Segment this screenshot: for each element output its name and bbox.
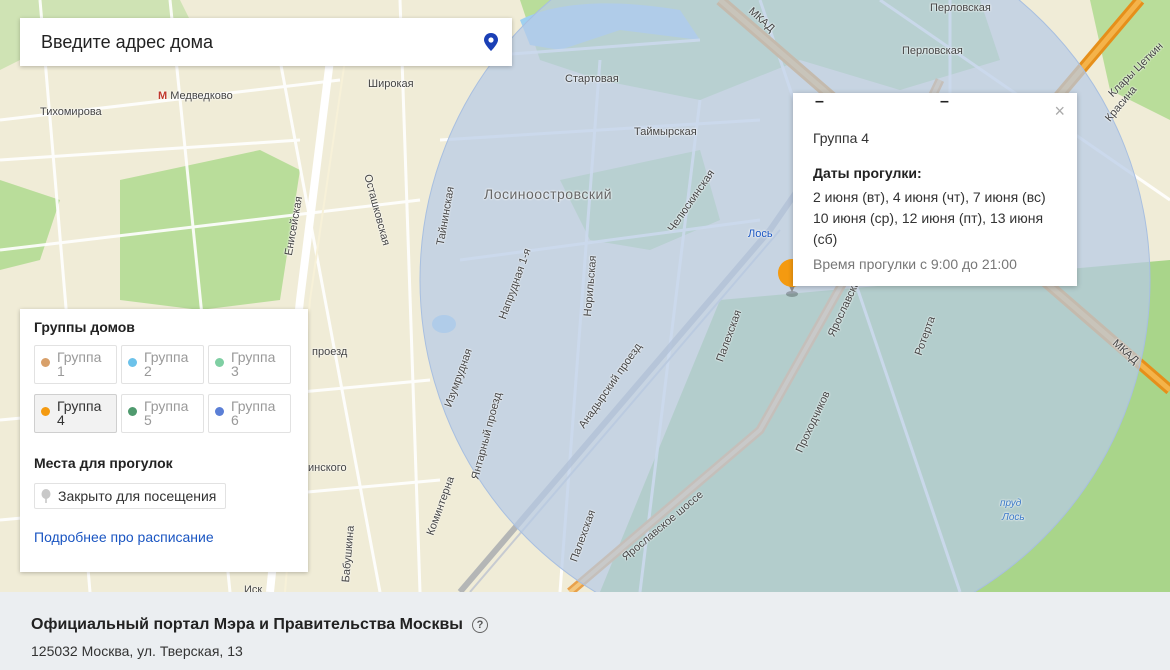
tree-icon bbox=[41, 489, 51, 503]
popup-dates: 2 июня (вт), 4 июня (чт), 7 июня (вс) 10… bbox=[813, 189, 1046, 247]
popup-dates-title: Даты прогулки: bbox=[813, 165, 922, 181]
footer-address: 125032 Москва, ул. Тверская, 13 bbox=[31, 643, 243, 659]
group-label: Группа 1 bbox=[57, 349, 102, 379]
help-icon[interactable]: ? bbox=[471, 617, 488, 633]
footer: Официальный портал Мэра и Правительства … bbox=[0, 592, 1170, 670]
popup-group-name: Группа 4 bbox=[813, 130, 870, 146]
group-color-dot-icon bbox=[41, 358, 50, 367]
house-groups-grid: Группа 1 Группа 2 Группа 3 Группа 4 Груп… bbox=[34, 345, 294, 433]
group-color-dot-icon bbox=[128, 407, 137, 416]
house-groups-title: Группы домов bbox=[34, 319, 135, 335]
group-label: Группа 2 bbox=[144, 349, 189, 379]
closed-for-visit-label: Закрыто для посещения bbox=[58, 488, 217, 504]
closed-for-visit-chip[interactable]: Закрыто для посещения bbox=[34, 483, 227, 509]
group-color-dot-icon bbox=[128, 358, 137, 367]
group-color-dot-icon bbox=[215, 358, 224, 367]
legend-panel: Группы домов Группа 1 Группа 2 Группа 3 … bbox=[20, 309, 308, 572]
group-6-button[interactable]: Группа 6 bbox=[208, 394, 291, 433]
popup-dash: – bbox=[940, 93, 949, 110]
group-label: Группа 3 bbox=[231, 349, 276, 379]
address-search-box[interactable] bbox=[20, 18, 512, 66]
group-color-dot-icon bbox=[41, 407, 50, 416]
location-pin-icon[interactable] bbox=[484, 33, 498, 51]
group-5-button[interactable]: Группа 5 bbox=[121, 394, 204, 433]
group-label: Группа 5 bbox=[144, 398, 189, 428]
popup-walk-time: Время прогулки с 9:00 до 21:00 bbox=[813, 256, 1017, 272]
app-root: М Медведково Тихомирова Широкая Стартова… bbox=[0, 0, 1170, 670]
portal-title: Официальный портал Мэра и Правительства … bbox=[31, 616, 463, 633]
group-label: Группа 4 bbox=[57, 398, 102, 428]
popup-dash: – bbox=[815, 93, 824, 110]
group-1-button[interactable]: Группа 1 bbox=[34, 345, 117, 384]
schedule-details-link[interactable]: Подробнее про расписание bbox=[34, 529, 294, 545]
group-color-dot-icon bbox=[215, 407, 224, 416]
group-2-button[interactable]: Группа 2 bbox=[121, 345, 204, 384]
group-label: Группа 6 bbox=[231, 398, 276, 428]
close-icon[interactable]: × bbox=[1054, 101, 1065, 122]
house-info-popup: – – × Группа 4 Даты прогулки: 2 июня (вт… bbox=[793, 93, 1077, 286]
group-4-button[interactable]: Группа 4 bbox=[34, 394, 117, 433]
group-3-button[interactable]: Группа 3 bbox=[208, 345, 291, 384]
address-search-input[interactable] bbox=[39, 30, 484, 54]
footer-title: Официальный портал Мэра и Правительства … bbox=[31, 616, 1170, 634]
walk-places-title: Места для прогулок bbox=[34, 455, 173, 471]
